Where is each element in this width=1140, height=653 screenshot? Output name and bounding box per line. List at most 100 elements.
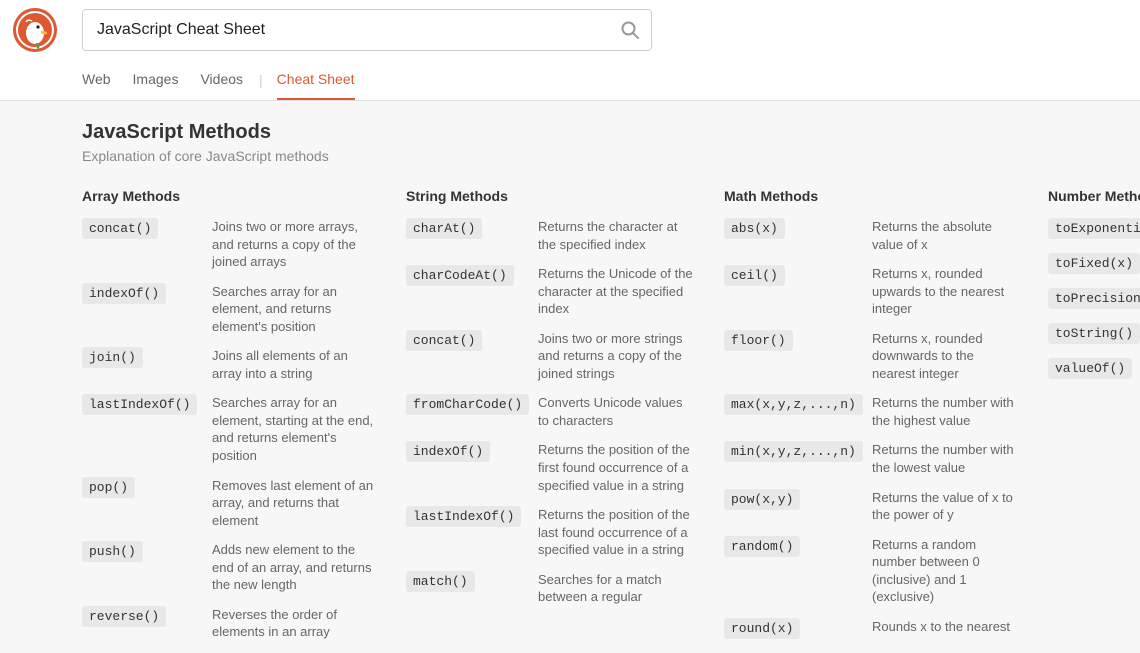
method-row: push() Adds new element to the end of an … [82, 541, 378, 594]
method-row: toPrecision(x) [1048, 288, 1140, 311]
column-2: Math Methods abs(x) Returns the absolute v… [724, 188, 1020, 651]
method-code: lastIndexOf() [82, 394, 197, 415]
method-row: toString() [1048, 323, 1140, 346]
header: Web Images Videos | Cheat Sheet [0, 0, 1140, 101]
method-code: toString() [1048, 323, 1140, 344]
method-row: pow(x,y) Returns the value of x to the po… [724, 489, 1020, 524]
method-desc: Removes last element of an array, and re… [212, 477, 378, 530]
method-row: max(x,y,z,...,n)Returns the number with … [724, 394, 1020, 429]
method-code: toFixed(x) [1048, 253, 1140, 274]
method-row: join() Joins all elements of an array int… [82, 347, 378, 382]
method-desc: Joins two or more strings and returns a … [538, 330, 696, 383]
method-code: valueOf() [1048, 358, 1132, 379]
method-desc: Returns a random number between 0 (inclu… [872, 536, 1020, 606]
method-desc: Returns the position of the first found … [538, 441, 696, 494]
method-desc: Returns the Unicode of the character at … [538, 265, 696, 318]
method-desc: Converts Unicode values to characters [538, 394, 696, 429]
method-row: lastIndexOf() Searches array for an eleme… [82, 394, 378, 464]
method-code: indexOf() [406, 441, 490, 462]
method-row: indexOf() Searches array for an element, … [82, 283, 378, 336]
method-code: concat() [82, 218, 158, 239]
method-desc: Rounds x to the nearest [872, 618, 1010, 636]
method-row: toFixed(x) [1048, 253, 1140, 276]
method-row: toExponential(x) [1048, 218, 1140, 241]
method-code: random() [724, 536, 800, 557]
method-row: min(x,y,z,...,n) Returns the number with … [724, 441, 1020, 476]
column-3: Number Methods toExponential(x) toFixed(x)… [1048, 188, 1140, 393]
section-title: String Methods [406, 188, 696, 204]
method-row: floor() Returns x, rounded downwards to t… [724, 330, 1020, 383]
tab-images[interactable]: Images [133, 61, 179, 100]
method-code: match() [406, 571, 475, 592]
method-code: abs(x) [724, 218, 785, 239]
page-title: JavaScript Methods [82, 121, 1140, 144]
search-button[interactable] [610, 11, 650, 49]
method-row: concat() Joins two or more arrays, and re… [82, 218, 378, 271]
content: JavaScript Methods Explanation of core J… [0, 101, 1140, 653]
method-row: pop() Removes last element of an array, a… [82, 477, 378, 530]
method-code: charCodeAt() [406, 265, 514, 286]
column-0: Array Methodsconcat()Joins two or more a… [82, 188, 378, 653]
method-row: charAt() Returns the character at the spe… [406, 218, 696, 253]
method-code: toExponential(x) [1048, 218, 1140, 239]
method-desc: Returns x, rounded upwards to the neares… [872, 265, 1020, 318]
method-code: round(x) [724, 618, 800, 639]
method-row: lastIndexOf() Returns the position of the… [406, 506, 696, 559]
method-desc: Returns x, rounded downwards to the near… [872, 330, 1020, 383]
method-code: min(x,y,z,...,n) [724, 441, 863, 462]
method-row: match() Searches for a match between a re… [406, 571, 696, 606]
method-desc: Joins all elements of an array into a st… [212, 347, 378, 382]
method-desc: Returns the absolute value of x [872, 218, 1020, 253]
method-desc: Adds new element to the end of an array,… [212, 541, 378, 594]
method-desc: Returns the value of x to the power of y [872, 489, 1020, 524]
columns: Array Methodsconcat()Joins two or more a… [82, 188, 1140, 653]
method-desc: Returns the position of the last found o… [538, 506, 696, 559]
page-subtitle: Explanation of core JavaScript methods [82, 148, 1140, 164]
method-code: pow(x,y) [724, 489, 800, 510]
method-row: random() Returns a random number between … [724, 536, 1020, 606]
tab-separator: | [259, 72, 263, 90]
method-desc: Returns the character at the specified i… [538, 218, 696, 253]
method-desc: Returns the number with the lowest value [872, 441, 1020, 476]
method-row: concat() Joins two or more strings and re… [406, 330, 696, 383]
method-code: charAt() [406, 218, 482, 239]
method-desc: Searches array for an element, and retur… [212, 283, 378, 336]
method-code: push() [82, 541, 143, 562]
method-code: indexOf() [82, 283, 166, 304]
method-row: abs(x) Returns the absolute value of x [724, 218, 1020, 253]
method-row: charCodeAt() Returns the Unicode of the c… [406, 265, 696, 318]
tab-videos[interactable]: Videos [200, 61, 243, 100]
method-row: fromCharCode() Converts Unicode values to… [406, 394, 696, 429]
tabs: Web Images Videos | Cheat Sheet [0, 61, 1140, 100]
method-code: pop() [82, 477, 135, 498]
tab-cheat-sheet[interactable]: Cheat Sheet [277, 61, 355, 100]
duck-logo-icon [12, 7, 58, 53]
method-desc: Reverses the order of elements in an arr… [212, 606, 378, 641]
method-row: ceil() Returns x, rounded upwards to the … [724, 265, 1020, 318]
method-code: lastIndexOf() [406, 506, 521, 527]
method-code: toPrecision(x) [1048, 288, 1140, 309]
method-desc: Searches array for an element, starting … [212, 394, 378, 464]
method-code: concat() [406, 330, 482, 351]
method-code: fromCharCode() [406, 394, 529, 415]
column-1: String Methods charAt() Returns the charac… [406, 188, 696, 618]
method-code: ceil() [724, 265, 785, 286]
method-code: floor() [724, 330, 793, 351]
method-row: indexOf() Returns the position of the fir… [406, 441, 696, 494]
method-code: reverse() [82, 606, 166, 627]
search-box [82, 9, 652, 51]
section-title: Math Methods [724, 188, 1020, 204]
method-desc: Searches for a match between a regular [538, 571, 696, 606]
search-input[interactable] [82, 9, 652, 51]
method-row: valueOf() [1048, 358, 1140, 381]
header-top [0, 0, 1140, 53]
logo[interactable] [12, 7, 58, 53]
search-icon [620, 20, 640, 40]
method-row: reverse() Reverses the order of elements … [82, 606, 378, 641]
tab-web[interactable]: Web [82, 61, 111, 100]
method-desc: Joins two or more arrays, and returns a … [212, 218, 378, 271]
section-title: Number Methods [1048, 188, 1140, 204]
method-row: round(x) Rounds x to the nearest [724, 618, 1020, 639]
method-code: join() [82, 347, 143, 368]
method-code: max(x,y,z,...,n) [724, 394, 863, 415]
